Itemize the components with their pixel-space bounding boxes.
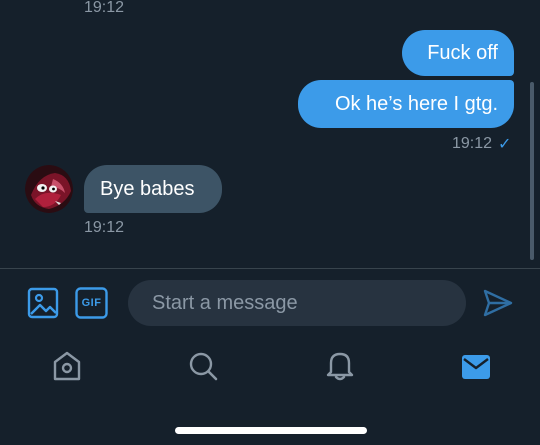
tab-home[interactable] — [52, 350, 82, 382]
sent-message-bubble[interactable]: Fuck off — [402, 30, 514, 76]
message-timestamp-top: 19:12 — [84, 0, 125, 16]
message-text: Bye babes — [100, 177, 195, 200]
message-text: Fuck off — [427, 41, 498, 64]
composer-divider — [0, 268, 540, 269]
dm-conversation-screen: 19:12 Fuck off Ok he’s here I gtg. 19:12… — [0, 0, 540, 445]
avatar-image — [25, 165, 73, 213]
avatar[interactable] — [25, 165, 73, 213]
gif-label: GIF — [81, 297, 102, 309]
image-icon — [27, 287, 59, 319]
tab-notifications[interactable] — [325, 349, 355, 382]
received-message-time: 19:12 — [84, 219, 125, 236]
tab-messages[interactable] — [461, 354, 491, 380]
sent-message-meta: 19:12 ✓ — [452, 134, 511, 154]
received-message-bubble[interactable]: Bye babes — [84, 165, 222, 213]
bell-icon — [326, 352, 354, 381]
message-input-placeholder: Start a message — [152, 291, 298, 314]
search-icon — [189, 352, 218, 381]
message-input[interactable]: Start a message — [128, 280, 466, 326]
scrollbar[interactable] — [530, 82, 534, 260]
send-button[interactable] — [482, 288, 514, 318]
mail-icon — [462, 355, 490, 379]
send-icon — [483, 289, 513, 317]
home-indicator — [175, 427, 367, 434]
home-icon — [53, 351, 81, 381]
read-receipt-check-icon: ✓ — [498, 136, 512, 153]
message-text: Ok he’s here I gtg. — [334, 92, 498, 115]
tab-search[interactable] — [188, 351, 218, 381]
message-time: 19:12 — [452, 135, 493, 152]
sent-message-bubble[interactable]: Ok he’s here I gtg. — [298, 80, 514, 128]
add-gif-button[interactable]: GIF — [75, 287, 108, 319]
add-image-button[interactable] — [27, 287, 59, 319]
